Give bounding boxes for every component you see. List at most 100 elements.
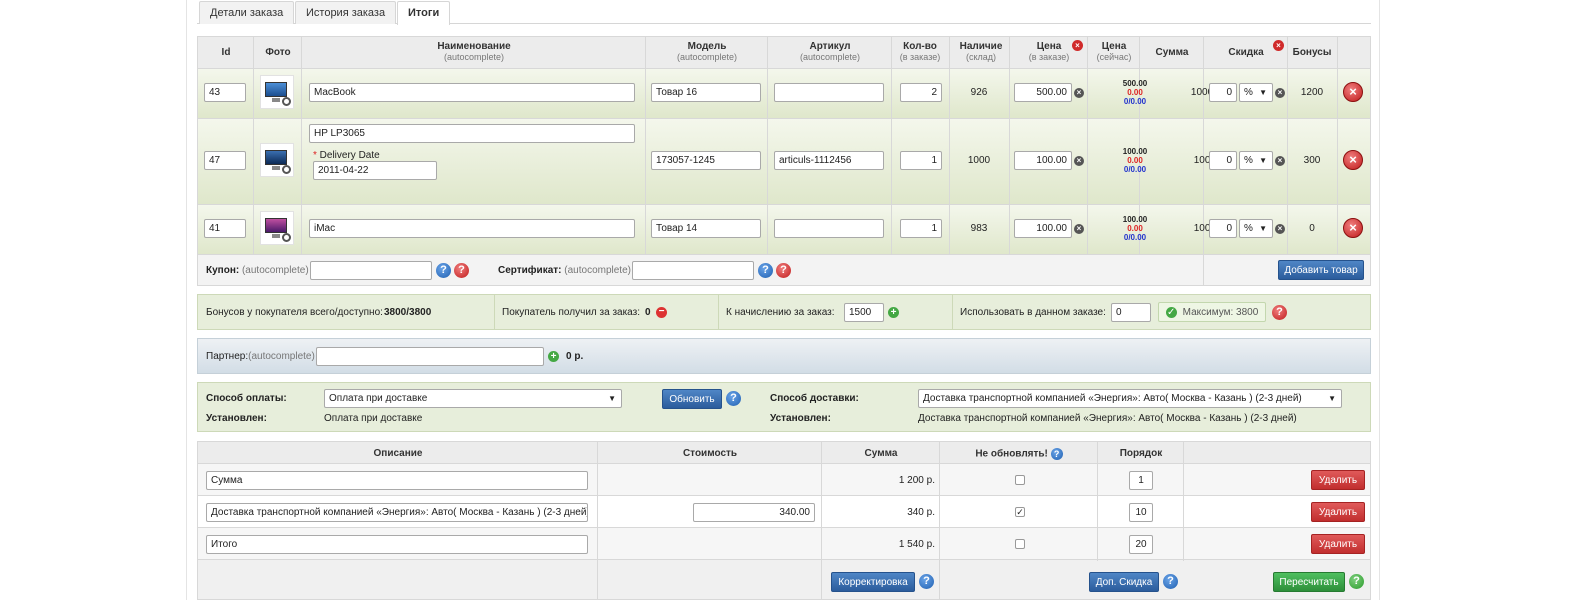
- col-divider: [1097, 441, 1098, 561]
- no-update-checkbox[interactable]: [1015, 539, 1025, 549]
- help-icon[interactable]: ?: [919, 574, 934, 589]
- help-icon[interactable]: ?: [436, 263, 451, 278]
- product-name-input[interactable]: iMac: [309, 219, 635, 238]
- add-bonus-icon[interactable]: +: [888, 307, 899, 318]
- col-price-now: Цена (сейчас): [1096, 41, 1132, 62]
- total-sum: 1 540 р.: [898, 539, 935, 550]
- total-cost-input[interactable]: 340.00: [693, 503, 815, 522]
- recalculate-button[interactable]: Пересчитать: [1273, 572, 1345, 592]
- clear-price-icon[interactable]: ×: [1074, 224, 1084, 234]
- discount-type-select[interactable]: % ▼: [1239, 219, 1273, 238]
- tab-totals[interactable]: Итоги: [397, 1, 451, 25]
- shipping-select[interactable]: Доставка транспортной компанией «Энергия…: [918, 389, 1342, 408]
- total-desc-input[interactable]: Итого: [206, 535, 588, 554]
- product-price-input[interactable]: 100.00: [1014, 219, 1072, 238]
- total-order-input[interactable]: 20: [1129, 535, 1153, 554]
- product-discount-input[interactable]: 0: [1209, 219, 1237, 238]
- product-price-now: 100.00 0.00 0/0.00: [1122, 215, 1148, 242]
- product-name-input[interactable]: HP LP3065: [309, 124, 635, 143]
- clear-price-icon[interactable]: ×: [1074, 156, 1084, 166]
- remove-bonus-icon[interactable]: −: [656, 307, 667, 318]
- chevron-down-icon: ▼: [1328, 394, 1336, 403]
- extra-discount-button[interactable]: Доп. Скидка: [1089, 572, 1159, 592]
- product-sku-input[interactable]: [774, 219, 884, 238]
- add-product-button[interactable]: Добавить товар: [1278, 260, 1364, 280]
- help-icon[interactable]: ?: [758, 263, 773, 278]
- clear-discounts-icon[interactable]: ×: [1273, 40, 1284, 51]
- product-photo[interactable]: [260, 211, 294, 245]
- remove-product-icon[interactable]: ×: [1343, 218, 1363, 238]
- product-id-input[interactable]: 41: [204, 219, 246, 238]
- max-bonus-button[interactable]: ✓ Максимум: 3800: [1158, 302, 1266, 322]
- no-update-checkbox[interactable]: [1015, 475, 1025, 485]
- product-qty-input[interactable]: 1: [900, 219, 942, 238]
- product-bonus: 1200: [1300, 87, 1324, 98]
- help-icon[interactable]: ?: [1349, 574, 1364, 589]
- payment-select[interactable]: Оплата при доставке ▼: [324, 389, 622, 408]
- discount-type-select[interactable]: % ▼: [1239, 151, 1273, 170]
- remove-certificate-icon[interactable]: ?: [776, 263, 791, 278]
- col-photo: Фото: [265, 47, 291, 58]
- delete-total-button[interactable]: Удалить: [1311, 502, 1365, 522]
- product-name-input[interactable]: MacBook: [309, 83, 635, 102]
- clear-discount-icon[interactable]: ×: [1275, 224, 1285, 234]
- correction-button[interactable]: Корректировка: [831, 572, 915, 592]
- product-discount-input[interactable]: 0: [1209, 151, 1237, 170]
- products-table-header: Id Фото Наименование (autocomplete) Модел…: [197, 36, 1371, 69]
- product-qty-input[interactable]: 1: [900, 151, 942, 170]
- product-model-input[interactable]: Товар 16: [651, 83, 761, 102]
- bonus-accrue-input[interactable]: 1500: [844, 303, 884, 322]
- product-price-input[interactable]: 500.00: [1014, 83, 1072, 102]
- payment-installed-label: Установлен:: [206, 413, 267, 424]
- shipping-installed-value: Доставка транспортной компанией «Энергия…: [918, 413, 1297, 424]
- product-discount-input[interactable]: 0: [1209, 83, 1237, 102]
- clear-discount-icon[interactable]: ×: [1275, 88, 1285, 98]
- help-icon[interactable]: ?: [726, 391, 741, 406]
- product-id-input[interactable]: 47: [204, 151, 246, 170]
- no-update-checkbox[interactable]: ✓: [1015, 507, 1025, 517]
- col-model: Модель (autocomplete): [676, 41, 738, 62]
- coupon-input[interactable]: [310, 261, 432, 280]
- product-photo[interactable]: [260, 75, 294, 109]
- total-desc-input[interactable]: Доставка транспортной компанией «Энергия…: [206, 503, 588, 522]
- partner-amount: 0 р.: [566, 351, 584, 362]
- chevron-down-icon: ▼: [1259, 156, 1267, 165]
- certificate-input[interactable]: [632, 261, 754, 280]
- clear-prices-icon[interactable]: ×: [1072, 40, 1083, 51]
- update-button[interactable]: Обновить: [662, 389, 722, 409]
- shipping-installed-label: Установлен:: [770, 413, 831, 424]
- clear-price-icon[interactable]: ×: [1074, 88, 1084, 98]
- col-divider: [645, 36, 646, 254]
- remove-coupon-icon[interactable]: ?: [454, 263, 469, 278]
- tab-order-history[interactable]: История заказа: [295, 1, 397, 24]
- product-sku-input[interactable]: articuls-1112456: [774, 151, 884, 170]
- product-id-input[interactable]: 43: [204, 83, 246, 102]
- product-sku-input[interactable]: [774, 83, 884, 102]
- product-model-input[interactable]: Товар 14: [651, 219, 761, 238]
- product-price-input[interactable]: 100.00: [1014, 151, 1072, 170]
- total-order-input[interactable]: 10: [1129, 503, 1153, 522]
- help-icon[interactable]: ?: [1163, 574, 1178, 589]
- clear-discount-icon[interactable]: ×: [1275, 156, 1285, 166]
- col-stock: Наличие (склад): [959, 41, 1003, 62]
- option-date-input[interactable]: 2011-04-22: [313, 161, 437, 180]
- product-qty-input[interactable]: 2: [900, 83, 942, 102]
- total-desc-input[interactable]: Сумма: [206, 471, 588, 490]
- tab-order-details[interactable]: Детали заказа: [199, 1, 295, 24]
- bonus-use-input[interactable]: 0: [1111, 303, 1151, 322]
- help-icon[interactable]: ?: [1272, 305, 1287, 320]
- total-order-input[interactable]: 1: [1129, 471, 1153, 490]
- partner-input[interactable]: [316, 347, 544, 366]
- remove-product-icon[interactable]: ×: [1343, 82, 1363, 102]
- help-icon[interactable]: ?: [1050, 448, 1063, 460]
- product-photo[interactable]: [260, 143, 294, 177]
- remove-product-icon[interactable]: ×: [1343, 150, 1363, 170]
- option-label: * Delivery Date: [313, 150, 380, 161]
- add-partner-icon[interactable]: +: [548, 351, 559, 362]
- discount-type-select[interactable]: % ▼: [1239, 83, 1273, 102]
- payment-label: Способ оплаты:: [206, 393, 287, 404]
- product-model-input[interactable]: 173057-1245: [651, 151, 761, 170]
- delete-total-button[interactable]: Удалить: [1311, 470, 1365, 490]
- totals-table-header: Описание Стоимость Сумма Не обновлять! ?…: [197, 441, 1371, 464]
- delete-total-button[interactable]: Удалить: [1311, 534, 1365, 554]
